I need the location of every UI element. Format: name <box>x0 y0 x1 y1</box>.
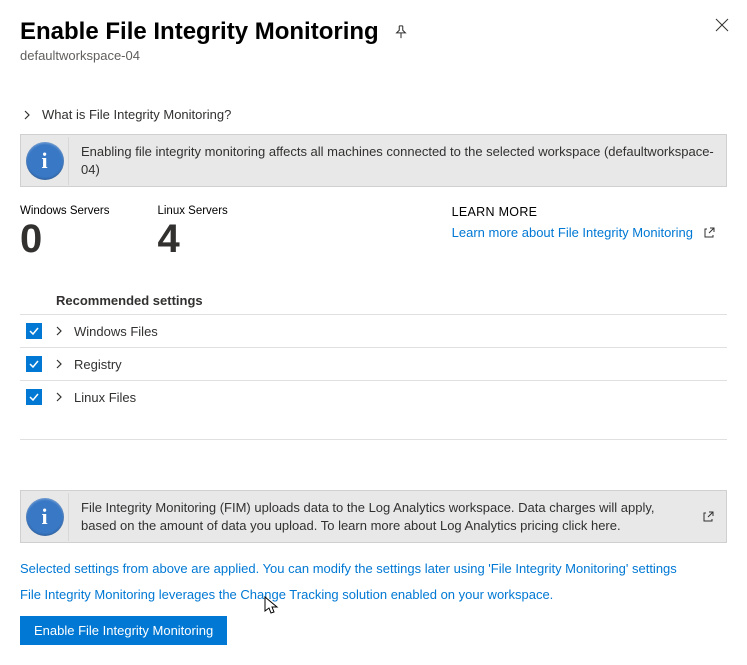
info-banner-2: i File Integrity Monitoring (FIM) upload… <box>20 490 727 543</box>
windows-servers-stat: Windows Servers 0 <box>20 205 109 259</box>
info-icon: i <box>21 493 69 541</box>
setting-label: Windows Files <box>74 324 158 339</box>
chevron-right-icon <box>52 357 66 371</box>
linux-servers-stat: Linux Servers 4 <box>157 205 227 259</box>
what-is-fim-label: What is File Integrity Monitoring? <box>42 107 231 122</box>
linux-servers-label: Linux Servers <box>157 205 227 217</box>
setting-linux-files[interactable]: Linux Files <box>20 380 727 413</box>
enable-fim-button[interactable]: Enable File Integrity Monitoring <box>20 616 227 645</box>
workspace-subtitle: defaultworkspace-04 <box>20 48 727 63</box>
change-tracking-note: File Integrity Monitoring leverages the … <box>20 585 727 605</box>
checkbox-registry[interactable] <box>26 356 42 372</box>
chevron-right-icon <box>20 108 34 122</box>
recommended-settings-heading: Recommended settings <box>56 293 727 308</box>
settings-applied-note: Selected settings from above are applied… <box>20 559 727 579</box>
info-icon: i <box>21 137 69 185</box>
linux-servers-value: 4 <box>157 219 227 259</box>
info-banner-2-text: File Integrity Monitoring (FIM) uploads … <box>69 491 692 542</box>
learn-more-link[interactable]: Learn more about File Integrity Monitori… <box>452 225 693 240</box>
setting-label: Linux Files <box>74 390 136 405</box>
checkbox-linux-files[interactable] <box>26 389 42 405</box>
external-link-icon[interactable] <box>702 510 716 524</box>
close-icon[interactable] <box>715 18 731 34</box>
chevron-right-icon <box>52 324 66 338</box>
windows-servers-value: 0 <box>20 219 109 259</box>
pin-icon[interactable] <box>393 24 409 40</box>
info-banner-1-text: Enabling file integrity monitoring affec… <box>69 135 726 186</box>
setting-windows-files[interactable]: Windows Files <box>20 314 727 347</box>
learn-more-heading: LEARN MORE <box>452 205 727 219</box>
setting-label: Registry <box>74 357 122 372</box>
external-link-icon[interactable] <box>703 226 717 240</box>
setting-registry[interactable]: Registry <box>20 347 727 380</box>
chevron-right-icon <box>52 390 66 404</box>
info-banner-1: i Enabling file integrity monitoring aff… <box>20 134 727 187</box>
page-title: Enable File Integrity Monitoring <box>20 18 379 46</box>
checkbox-windows-files[interactable] <box>26 323 42 339</box>
what-is-fim-expander[interactable]: What is File Integrity Monitoring? <box>20 107 727 122</box>
windows-servers-label: Windows Servers <box>20 205 109 217</box>
